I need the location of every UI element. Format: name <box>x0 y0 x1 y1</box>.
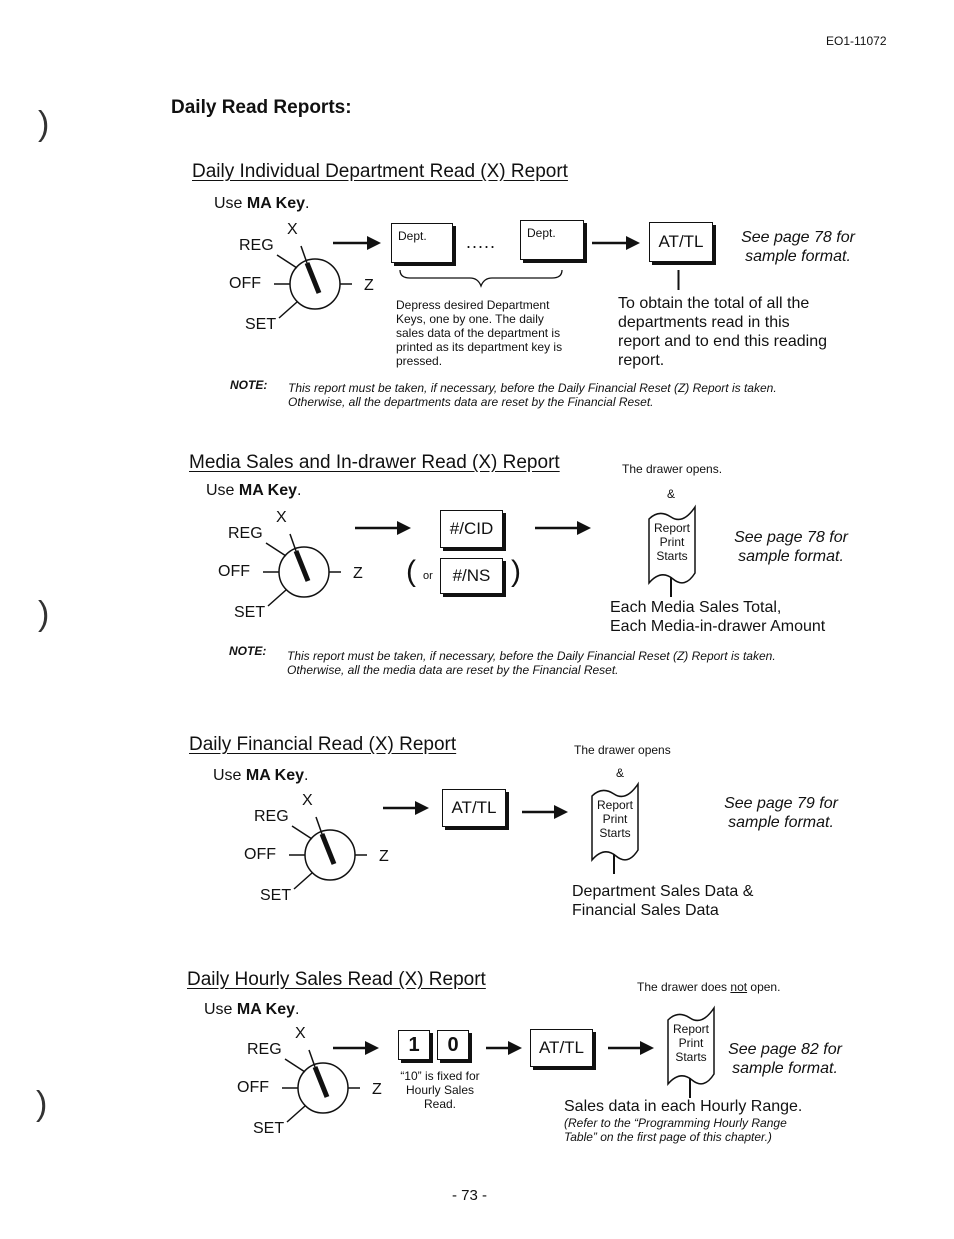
note-text: This report must be taken, if necessary,… <box>287 649 776 677</box>
at-tl-key: AT/TL <box>649 222 713 262</box>
binding-mark: ) <box>38 595 50 633</box>
ampersand: & <box>667 487 676 501</box>
arrow-right-icon <box>486 1041 522 1055</box>
report-print-scroll-icon: Report Print Starts <box>588 780 642 876</box>
result-description: To obtain the total of all the department… <box>618 295 828 369</box>
dept-keys-caption: Depress desired Department Keys, one by o… <box>396 298 563 368</box>
document-id: EO1-11072 <box>826 34 887 48</box>
report-print-label: Print <box>678 1036 704 1050</box>
report-print-label: Starts <box>675 1050 707 1064</box>
drawer-status: The drawer opens. <box>622 462 723 476</box>
digit-key-0: 0 <box>437 1030 469 1060</box>
result-description: Department Sales Data & Financial Sales D… <box>572 883 754 919</box>
section-title: Media Sales and In-drawer Read (X) Repor… <box>189 452 560 473</box>
arrow-right-icon <box>608 1041 654 1055</box>
binding-mark: ) <box>36 1085 48 1123</box>
at-tl-key: AT/TL <box>442 789 506 827</box>
ampersand: & <box>616 766 625 780</box>
key-dial-icon <box>289 816 367 890</box>
note-label: NOTE: <box>230 378 268 392</box>
arrow-right-icon <box>592 236 640 250</box>
use-key-instruction: Use MA Key. <box>204 1001 300 1018</box>
report-print-label: Report <box>653 521 691 535</box>
note-text: This report must be taken, if necessary,… <box>288 381 777 409</box>
close-paren: ) <box>511 555 521 588</box>
arrow-right-icon <box>535 521 591 535</box>
use-key-instruction: Use MA Key. <box>213 767 309 784</box>
page-heading: Daily Read Reports: <box>171 97 352 118</box>
page-number: - 73 - <box>452 1187 488 1204</box>
report-print-scroll-icon: Report Print Starts <box>645 503 699 599</box>
result-description: Each Media Sales Total, Each Media-in-dra… <box>610 599 826 635</box>
note-label: NOTE: <box>229 644 267 658</box>
use-key-instruction: Use MA Key. <box>206 482 302 499</box>
key-dial-icon <box>263 533 341 607</box>
or-label: or <box>423 570 433 582</box>
section-title: Daily Individual Department Read (X) Rep… <box>192 161 568 182</box>
see-page-note: See page 82 for sample format. <box>728 1041 842 1077</box>
arrow-right-icon <box>383 801 429 815</box>
arrow-right-icon <box>333 236 381 250</box>
arrow-right-icon <box>333 1041 379 1055</box>
open-paren: ( <box>406 555 416 588</box>
see-page-note: See page 78 for sample format. <box>734 529 848 565</box>
report-print-label: Report <box>672 1022 710 1036</box>
mode-key-switch: X REG OFF Z SET <box>229 221 407 338</box>
see-page-note: See page 79 for sample format. <box>724 795 838 831</box>
ellipsis: ..... <box>466 232 497 252</box>
report-print-label: Print <box>659 535 685 549</box>
arrow-right-icon <box>355 521 411 535</box>
drawer-status: The drawer opens <box>574 743 671 757</box>
result-description: Sales data in each Hourly Range. <box>564 1098 803 1115</box>
connector-line <box>677 270 680 290</box>
report-print-label: Print <box>602 812 628 826</box>
arrow-right-icon <box>522 805 568 819</box>
digit-key-1: 1 <box>398 1030 430 1060</box>
digit-keys-caption: “10” is fixed for Hourly Sales Read. <box>400 1069 480 1111</box>
use-key-instruction: Use MA Key. <box>214 195 310 212</box>
section-title: Daily Hourly Sales Read (X) Report <box>187 969 486 990</box>
dept-key: Dept. <box>391 223 453 263</box>
section-title: Daily Financial Read (X) Report <box>189 734 457 755</box>
see-page-note: See page 78 for sample format. <box>741 229 855 265</box>
binding-mark: ) <box>38 105 50 143</box>
report-print-scroll-icon: Report Print Starts <box>664 1004 718 1100</box>
report-print-label: Starts <box>599 826 631 840</box>
cid-key: #/CID <box>440 510 503 548</box>
report-print-label: Starts <box>656 549 688 563</box>
at-tl-key: AT/TL <box>530 1029 593 1067</box>
ns-key: #/NS <box>440 558 503 594</box>
drawer-status: The drawer does not open. <box>637 980 781 994</box>
report-print-label: Report <box>596 798 634 812</box>
result-footnote: (Refer to the “Programming Hourly Range T… <box>564 1116 787 1144</box>
dept-key: Dept. <box>520 220 584 260</box>
brace-icon <box>399 269 563 288</box>
